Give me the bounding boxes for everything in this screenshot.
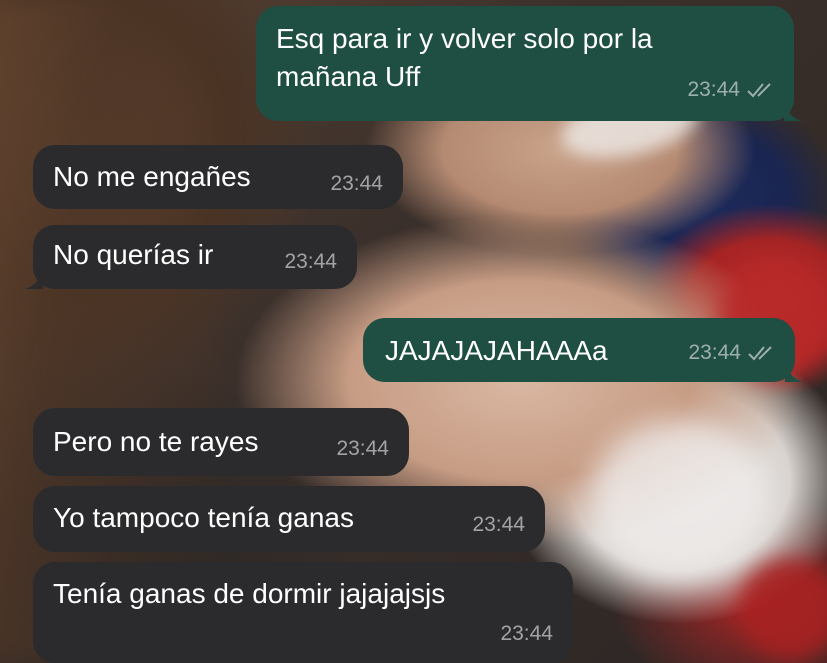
message-meta: 23:44 — [687, 71, 776, 109]
message-meta: 23:44 — [336, 430, 389, 468]
message-time: 23:44 — [472, 513, 525, 536]
message-time: 23:44 — [284, 250, 337, 273]
message-time: 23:44 — [330, 172, 383, 195]
incoming-message-bubble[interactable]: Pero no te rayes 23:44 — [33, 408, 409, 476]
double-check-icon — [746, 81, 776, 99]
message-meta: 23:44 — [500, 615, 553, 653]
bubble-tail — [784, 101, 802, 121]
message-time: 23:44 — [500, 622, 553, 645]
message-time: 23:44 — [688, 341, 741, 364]
message-meta: 23:44 — [330, 165, 383, 203]
bubble-tail — [785, 362, 803, 382]
outgoing-message-bubble[interactable]: Esq para ir y volver solo por la mañana … — [256, 6, 802, 121]
incoming-message-bubble[interactable]: No querías ir 23:44 — [25, 225, 357, 289]
message-text: Tenía ganas de dormir jajajajsjs — [53, 578, 446, 609]
incoming-message-bubble[interactable]: Yo tampoco tenía ganas 23:44 — [33, 486, 545, 552]
incoming-message-bubble[interactable]: Tenía ganas de dormir jajajajsjs 23:44 — [33, 562, 573, 663]
bubble-tail — [25, 269, 43, 289]
double-check-icon — [747, 344, 777, 362]
message-time: 23:44 — [687, 78, 740, 101]
message-meta: 23:44 — [472, 506, 525, 544]
message-meta: 23:44 — [284, 243, 337, 281]
message-meta: 23:44 — [688, 334, 777, 372]
message-time: 23:44 — [336, 437, 389, 460]
message-text: Yo tampoco tenía ganas — [53, 502, 354, 533]
incoming-message-bubble[interactable]: No me engañes 23:44 — [33, 145, 403, 209]
message-list[interactable]: Esq para ir y volver solo por la mañana … — [0, 0, 827, 663]
outgoing-message-bubble[interactable]: JAJAJAJAHAAAa 23:44 — [363, 318, 803, 382]
